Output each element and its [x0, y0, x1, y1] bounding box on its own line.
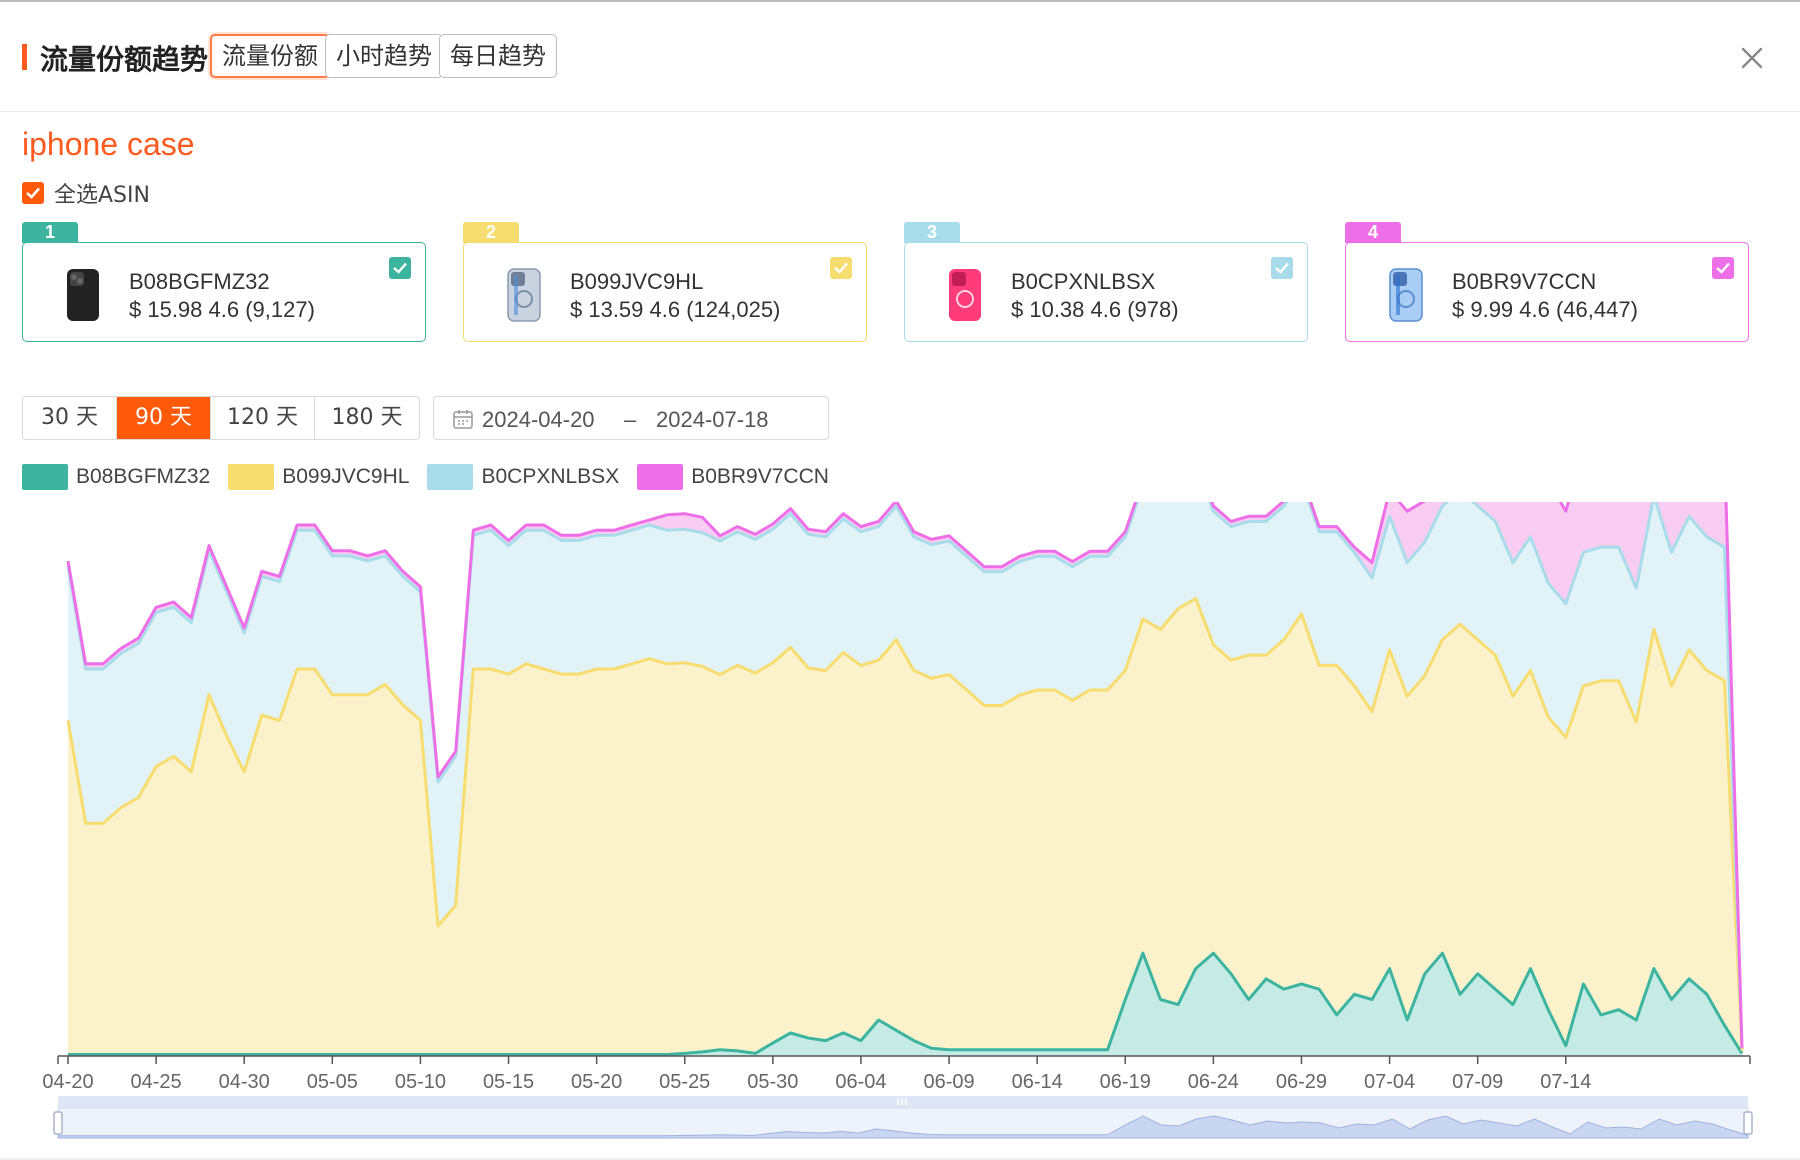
legend-item[interactable]: B099JVC9HL — [228, 464, 409, 490]
legend-item[interactable]: B0BR9V7CCN — [637, 464, 829, 490]
phone-case-image — [1389, 268, 1423, 322]
range-120-days-button[interactable]: 120 天 — [211, 397, 315, 439]
x-tick-label: 07-14 — [1540, 1071, 1591, 1093]
rank-badge: 3 — [904, 222, 960, 243]
tab-daily-trend[interactable]: 每日趋势 — [439, 34, 557, 78]
stacked-area-chart[interactable]: 04-20 04-25 04-30 05-05 05-10 05-15 05-20 05-25… — [0, 502, 1800, 1160]
x-tick-label: 07-09 — [1452, 1071, 1503, 1093]
keyword-title: iphone case — [22, 126, 195, 162]
x-tick-label: 06-29 — [1276, 1071, 1327, 1093]
x-tick-label: 04-25 — [131, 1071, 182, 1093]
legend-item[interactable]: B08BGFMZ32 — [22, 464, 210, 490]
legend-swatch — [637, 464, 684, 490]
product-price-rating: $ 13.59 4.6 (124,025) — [570, 297, 781, 322]
select-all-label: 全选ASIN — [54, 183, 150, 208]
zoom-handle-right[interactable] — [1743, 1111, 1753, 1135]
date-range-picker[interactable]: 2024-04-20 – 2024-07-18 — [433, 396, 829, 440]
checkbox-icon[interactable] — [1712, 257, 1734, 279]
x-tick-label: 07-04 — [1364, 1071, 1415, 1093]
x-tick-label: 05-20 — [571, 1071, 622, 1093]
x-tick-label: 04-20 — [42, 1071, 93, 1093]
x-tick-label: 06-14 — [1012, 1071, 1063, 1093]
x-tick-label: 05-10 — [395, 1071, 446, 1093]
product-asin: B08BGFMZ32 — [129, 269, 270, 294]
phone-case-image — [67, 269, 99, 321]
product-card[interactable]: 4 B0BR9V7CCN $ 9.99 4.6 (46,447) — [1345, 222, 1749, 342]
zoom-handle-left[interactable] — [53, 1111, 63, 1135]
select-all-asin[interactable]: 全选ASIN — [22, 180, 150, 208]
time-range-selector: 30 天 90 天 120 天 180 天 — [22, 396, 420, 440]
legend-label: B08BGFMZ32 — [76, 465, 211, 488]
product-card[interactable]: 2 B099JVC9HL $ 13.59 4.6 (124,025) — [463, 222, 867, 342]
checkbox-icon[interactable] — [389, 257, 411, 279]
date-separator: – — [624, 407, 637, 432]
legend-label: B0CPXNLBSX — [481, 465, 620, 488]
product-price-rating: $ 15.98 4.6 (9,127) — [129, 297, 315, 322]
x-tick-label: 06-04 — [835, 1071, 886, 1093]
x-tick-label: 06-09 — [923, 1071, 974, 1093]
x-tick-label: 05-05 — [307, 1071, 358, 1093]
phone-case-image — [507, 268, 541, 322]
checkbox-icon[interactable] — [830, 257, 852, 279]
legend-swatch — [22, 464, 68, 490]
range-180-days-button[interactable]: 180 天 — [315, 397, 419, 439]
product-price-rating: $ 10.38 4.6 (978) — [1011, 297, 1179, 322]
close-icon[interactable] — [1738, 44, 1766, 72]
range-90-days-button[interactable]: 90 天 — [117, 397, 211, 439]
rank-badge: 2 — [463, 222, 519, 243]
zoom-slider-track — [58, 1096, 1748, 1108]
calendar-icon — [453, 410, 473, 429]
legend-label: B099JVC9HL — [282, 465, 410, 488]
dialog-header: 流量份额趋势 流量份额 小时趋势 每日趋势 — [0, 2, 1800, 112]
x-tick-label: 05-25 — [659, 1071, 710, 1093]
tab-hourly-trend[interactable]: 小时趋势 — [325, 34, 443, 78]
product-asin: B099JVC9HL — [570, 269, 704, 294]
legend-item[interactable]: B0CPXNLBSX — [427, 464, 619, 490]
x-tick-label: 05-15 — [483, 1071, 534, 1093]
x-tick-label: 04-30 — [219, 1071, 270, 1093]
x-tick-label: 06-24 — [1188, 1071, 1239, 1093]
checkbox-icon[interactable] — [1271, 257, 1293, 279]
phone-case-image — [949, 269, 981, 321]
dialog-title: 流量份额趋势 — [40, 43, 209, 76]
date-start[interactable]: 2024-04-20 — [482, 407, 595, 433]
x-tick-label: 05-30 — [747, 1071, 798, 1093]
title-accent-bar — [22, 44, 27, 70]
legend-label: B0BR9V7CCN — [691, 465, 829, 488]
rank-badge: 4 — [1345, 222, 1401, 243]
checkbox-icon[interactable] — [22, 182, 44, 204]
legend-swatch — [427, 464, 474, 490]
chart-legend: B08BGFMZ32 B099JVC9HL B0CPXNLBSX B0BR9V7… — [22, 462, 847, 492]
product-asin: B0CPXNLBSX — [1011, 269, 1156, 294]
x-tick-label: 06-19 — [1100, 1071, 1151, 1093]
product-card[interactable]: 3 B0CPXNLBSX $ 10.38 4.6 (978) — [904, 222, 1308, 342]
rank-badge: 1 — [22, 222, 78, 243]
tab-traffic-share[interactable]: 流量份额 — [210, 34, 330, 78]
range-30-days-button[interactable]: 30 天 — [23, 397, 117, 439]
traffic-share-dialog: 流量份额趋势 流量份额 小时趋势 每日趋势 iphone case 全选ASIN… — [0, 0, 1800, 1158]
product-price-rating: $ 9.99 4.6 (46,447) — [1452, 297, 1638, 322]
date-end[interactable]: 2024-07-18 — [656, 407, 769, 433]
product-card[interactable]: 1 B08BGFMZ32 $ 15.98 4.6 (9,127) — [22, 222, 426, 342]
legend-swatch — [228, 464, 275, 490]
product-asin: B0BR9V7CCN — [1452, 269, 1597, 294]
